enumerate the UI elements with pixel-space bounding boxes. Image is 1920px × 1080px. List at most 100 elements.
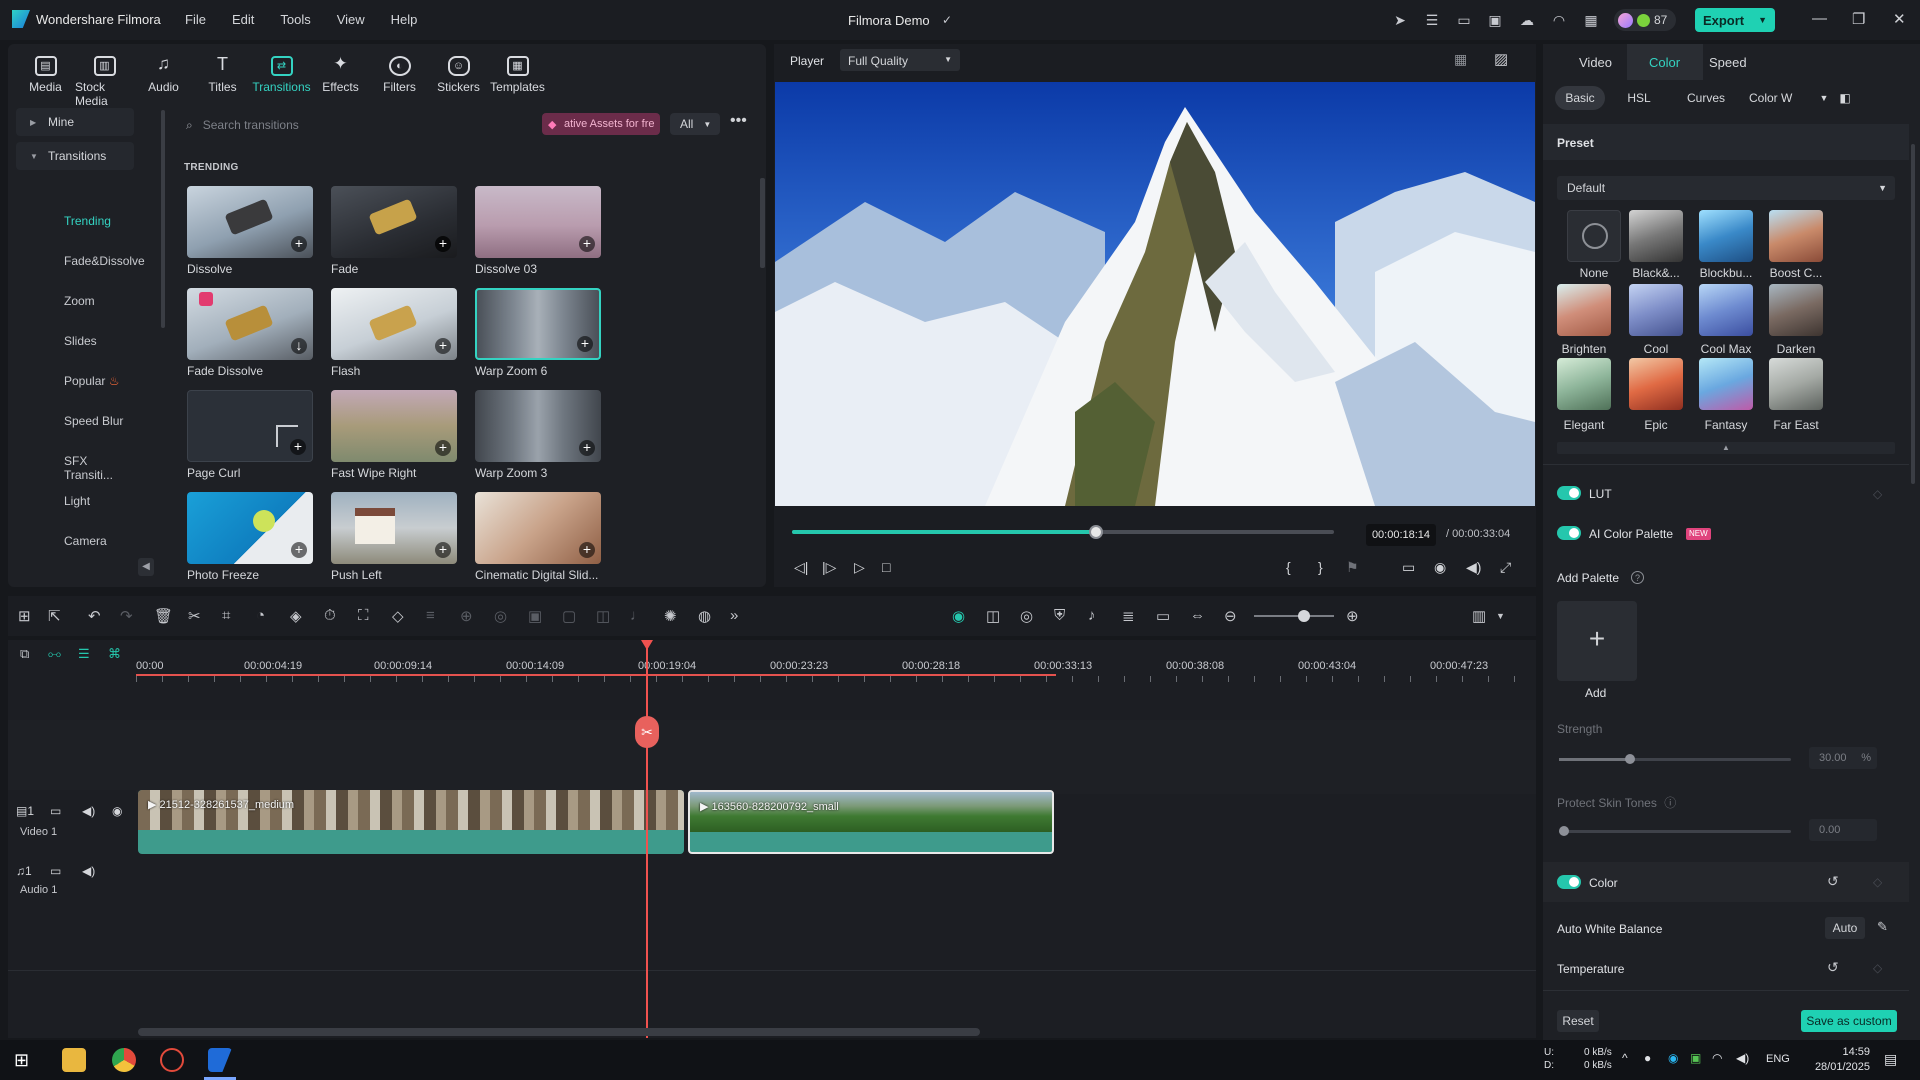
video-preview[interactable] xyxy=(775,82,1535,506)
color-toggle[interactable] xyxy=(1557,875,1581,889)
marker-icon[interactable]: ⚑ xyxy=(1346,559,1359,576)
compare-view-icon[interactable]: ◧ xyxy=(1837,86,1853,110)
add-icon[interactable]: + xyxy=(579,236,595,252)
transition-tile[interactable]: + xyxy=(475,390,601,462)
ai-cutout-icon[interactable]: ▣ xyxy=(528,607,542,625)
preset-elegant[interactable] xyxy=(1557,358,1611,410)
preset-boost-color[interactable] xyxy=(1769,210,1823,262)
nav-popular[interactable]: Popular ♨ xyxy=(64,374,119,388)
video-clip[interactable]: ▶ 21512-328261537_medium xyxy=(138,790,684,854)
protect-skin-value[interactable]: 0.00 xyxy=(1809,819,1877,841)
ai-color-palette-toggle[interactable] xyxy=(1557,526,1581,540)
select-tool-icon[interactable]: ⇱ xyxy=(48,607,61,625)
filter-dropdown[interactable]: All ▼ xyxy=(670,113,720,135)
preset-black-white[interactable] xyxy=(1629,210,1683,262)
magnetic-icon[interactable]: ⌘ xyxy=(108,646,121,662)
nav-speed-blur[interactable]: Speed Blur xyxy=(64,414,123,428)
grid-scrollbar[interactable] xyxy=(760,178,765,268)
scrubber-handle[interactable] xyxy=(1088,525,1103,539)
speech-icon[interactable]: ◍ xyxy=(698,607,711,625)
reset-button[interactable]: Reset xyxy=(1557,1010,1599,1032)
wifi-icon[interactable]: ◠ xyxy=(1712,1051,1722,1065)
add-icon[interactable]: + xyxy=(435,542,451,558)
grid-view-icon[interactable]: ▦ xyxy=(1454,51,1467,68)
app-tray-icon[interactable]: ◉ xyxy=(1668,1051,1678,1065)
screen-record-icon[interactable]: ▭ xyxy=(1156,607,1170,625)
render-icon[interactable]: ◫ xyxy=(986,607,1000,625)
add-icon[interactable]: + xyxy=(290,439,306,455)
more-options-icon[interactable]: ••• xyxy=(730,112,747,130)
preview-icon[interactable]: ◎ xyxy=(1020,607,1033,625)
add-icon[interactable]: + xyxy=(435,440,451,456)
protect-skin-slider[interactable] xyxy=(1559,826,1791,836)
preset-cool-max[interactable] xyxy=(1699,284,1753,336)
play-icon[interactable]: ▷ xyxy=(854,559,865,576)
nav-trending[interactable]: Trending xyxy=(64,214,111,228)
zoom-slider[interactable] xyxy=(1254,610,1334,622)
smart-cut-icon[interactable]: ▢ xyxy=(562,607,576,625)
tab-filters[interactable]: ◐ Filters xyxy=(370,44,429,102)
preset-blockbuster[interactable] xyxy=(1699,210,1753,262)
fit-timeline-icon[interactable]: ⇔ xyxy=(1190,607,1205,624)
transition-tile[interactable]: + xyxy=(187,390,313,462)
language-indicator[interactable]: ENG xyxy=(1766,1053,1790,1065)
keyframe-icon[interactable]: ◇ xyxy=(1873,961,1882,975)
strength-handle[interactable] xyxy=(1625,754,1635,764)
feedback-icon[interactable]: ☰ xyxy=(1423,11,1441,29)
add-icon[interactable]: + xyxy=(435,236,451,252)
redo-icon[interactable]: ↷ xyxy=(120,607,133,625)
link-icon[interactable]: ⧟ xyxy=(48,646,61,662)
delete-icon[interactable]: 🗑 xyxy=(154,607,173,625)
nav-mine[interactable]: ▶ Mine xyxy=(16,108,134,136)
tab-templates[interactable]: ▦ Templates xyxy=(488,44,547,102)
eyedropper-icon[interactable]: ✎ xyxy=(1877,919,1888,935)
transition-tile-selected[interactable]: + xyxy=(475,288,601,360)
nav-camera[interactable]: Camera xyxy=(64,534,107,548)
auto-reframe-icon[interactable]: ⛶ xyxy=(358,607,369,624)
preset-epic[interactable] xyxy=(1629,358,1683,410)
subtab-hsl[interactable]: HSL xyxy=(1617,86,1661,110)
tab-media[interactable]: ▤ Media xyxy=(16,44,75,102)
export-button[interactable]: Export ▼ xyxy=(1695,8,1775,32)
playback-scrubber[interactable] xyxy=(792,525,1334,539)
menu-view[interactable]: View xyxy=(337,12,365,27)
category-scrollbar[interactable] xyxy=(161,110,165,328)
zoom-in-icon[interactable]: ⊕ xyxy=(1346,607,1359,625)
nav-zoom[interactable]: Zoom xyxy=(64,294,95,308)
microphone-tray-icon[interactable]: ● xyxy=(1644,1051,1651,1065)
transition-tile[interactable]: + xyxy=(187,186,313,258)
stop-icon[interactable]: □ xyxy=(882,559,890,575)
playhead[interactable] xyxy=(646,640,648,1038)
filmora-taskbar-icon[interactable] xyxy=(208,1048,232,1072)
folder-icon[interactable]: ▭ xyxy=(50,804,61,818)
eye-icon[interactable]: ◉ xyxy=(112,804,122,818)
microphone-icon[interactable]: ♪ xyxy=(1088,607,1096,624)
nav-slides[interactable]: Slides xyxy=(64,334,97,348)
timeline-horizontal-scrollbar[interactable] xyxy=(138,1028,980,1036)
transition-tile[interactable]: + xyxy=(331,186,457,258)
menu-edit[interactable]: Edit xyxy=(232,12,254,27)
lut-toggle[interactable] xyxy=(1557,486,1581,500)
send-icon[interactable]: ➤ xyxy=(1391,11,1409,29)
windows-start-icon[interactable]: ⊞ xyxy=(14,1050,29,1071)
add-icon[interactable]: + xyxy=(435,338,451,354)
tray-chevron-icon[interactable]: ^ xyxy=(1622,1051,1628,1065)
volume-icon[interactable]: ◀) xyxy=(1466,559,1481,576)
search-bar[interactable]: ⌕ Search transitions xyxy=(186,112,546,138)
tab-stickers[interactable]: ☺ Stickers xyxy=(429,44,488,102)
add-icon[interactable]: + xyxy=(291,236,307,252)
volume-icon[interactable]: ◀) xyxy=(82,804,95,818)
minimize-icon[interactable]: — xyxy=(1812,10,1827,27)
color-match-icon[interactable]: ◈ xyxy=(290,607,302,625)
transition-tile[interactable]: + xyxy=(331,492,457,564)
crop-icon[interactable]: ⌗ xyxy=(222,607,230,624)
audio-mix-icon[interactable]: ≣ xyxy=(1122,607,1135,625)
display-icon[interactable]: ▭ xyxy=(1402,559,1415,576)
monitor-icon[interactable]: ▭ xyxy=(1455,11,1473,29)
tab-video[interactable]: Video xyxy=(1579,55,1612,70)
preset-dropdown[interactable]: Default ▼ xyxy=(1557,176,1895,200)
save-icon[interactable]: ▣ xyxy=(1486,11,1504,29)
strength-slider[interactable] xyxy=(1559,754,1791,764)
chevron-down-icon[interactable]: ▼ xyxy=(1496,611,1505,621)
help-icon[interactable]: ⓘ xyxy=(1664,796,1676,810)
